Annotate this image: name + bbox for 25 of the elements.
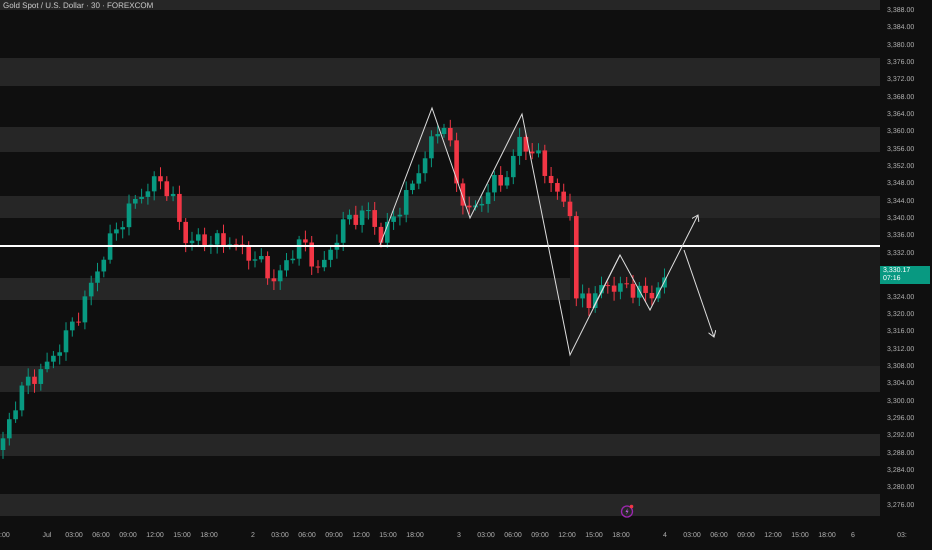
- candle: [0, 431, 6, 460]
- candle: [410, 180, 415, 195]
- trend-line: [592, 254, 620, 308]
- candle: [504, 170, 510, 190]
- candle: [442, 123, 446, 138]
- candle: [284, 252, 289, 278]
- candle: [221, 224, 226, 254]
- candle: [662, 268, 667, 294]
- candle: [473, 200, 478, 212]
- candle: [599, 276, 604, 299]
- candle: [95, 262, 100, 292]
- candle: [190, 231, 194, 252]
- candle: [568, 193, 572, 222]
- candle: [630, 274, 636, 304]
- candle: [316, 260, 320, 274]
- chart-title: Gold Spot / U.S. Dollar · 30 · FOREXCOM: [3, 1, 154, 10]
- lightning-icon[interactable]: [620, 504, 634, 518]
- candle: [347, 209, 352, 226]
- candle: [64, 322, 68, 362]
- candle: [32, 368, 37, 394]
- candle: [536, 142, 541, 158]
- candle: [378, 222, 384, 248]
- candle: [126, 194, 132, 236]
- candle: [252, 250, 258, 268]
- candle: [158, 166, 163, 190]
